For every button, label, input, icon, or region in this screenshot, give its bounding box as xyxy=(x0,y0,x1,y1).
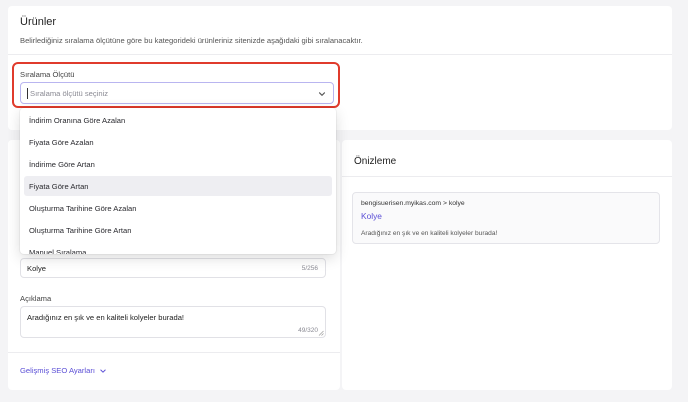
divider xyxy=(8,352,340,353)
preview-card: Önizleme bengisuerisen.myikas.com > koly… xyxy=(342,140,672,390)
dropdown-option[interactable]: Oluşturma Tarihine Göre Azalan xyxy=(24,198,332,218)
sort-criteria-placeholder: Sıralama ölçütü seçiniz xyxy=(30,89,109,98)
products-description: Belirlediğiniz sıralama ölçütüne göre bu… xyxy=(20,36,363,45)
preview-page-title: Kolye xyxy=(361,211,382,221)
search-result-preview: bengisuerisen.myikas.com > kolye Kolye A… xyxy=(352,192,660,244)
description-counter: 49/320 xyxy=(298,327,318,334)
preview-title: Önizleme xyxy=(354,156,397,167)
dropdown-option[interactable]: İndirim Oranına Göre Azalan xyxy=(24,110,332,130)
divider xyxy=(342,176,672,177)
preview-url: bengisuerisen.myikas.com > kolye xyxy=(361,200,465,207)
dropdown-option[interactable]: Fiyata Göre Azalan xyxy=(24,132,332,152)
products-title: Ürünler xyxy=(20,16,57,28)
sort-criteria-label: Sıralama Ölçütü xyxy=(20,70,75,79)
description-label: Açıklama xyxy=(20,294,52,303)
description-value: Aradığınız en şık ve en kaliteli kolyele… xyxy=(27,313,185,322)
dropdown-option[interactable]: İndirime Göre Artan xyxy=(24,154,332,174)
description-textarea[interactable]: Aradığınız en şık ve en kaliteli kolyele… xyxy=(20,306,326,338)
sort-criteria-dropdown: İndirim Oranına Göre Azalan Fiyata Göre … xyxy=(20,108,336,254)
divider xyxy=(8,54,672,55)
dropdown-option-highlighted[interactable]: Fiyata Göre Artan xyxy=(24,176,332,196)
dropdown-option[interactable]: Oluşturma Tarihine Göre Artan xyxy=(24,220,332,240)
page-root: Ürünler Belirlediğiniz sıralama ölçütüne… xyxy=(0,0,688,402)
preview-page-description: Aradığınız en şık ve en kaliteli kolyele… xyxy=(361,230,498,237)
dropdown-option[interactable]: Manuel Sıralama xyxy=(24,242,332,255)
chevron-down-icon xyxy=(100,369,106,373)
sort-criteria-select[interactable]: Sıralama ölçütü seçiniz xyxy=(20,82,334,104)
page-title-input[interactable]: Kolye 5/256 xyxy=(20,258,326,278)
page-title-counter: 5/256 xyxy=(301,265,318,272)
page-title-value: Kolye xyxy=(27,264,46,273)
text-cursor xyxy=(27,88,28,99)
chevron-down-icon xyxy=(318,92,326,96)
resize-grip-icon[interactable] xyxy=(318,330,324,336)
advanced-seo-settings-label: Gelişmiş SEO Ayarları xyxy=(20,366,95,375)
advanced-seo-settings-link[interactable]: Gelişmiş SEO Ayarları xyxy=(20,366,107,375)
